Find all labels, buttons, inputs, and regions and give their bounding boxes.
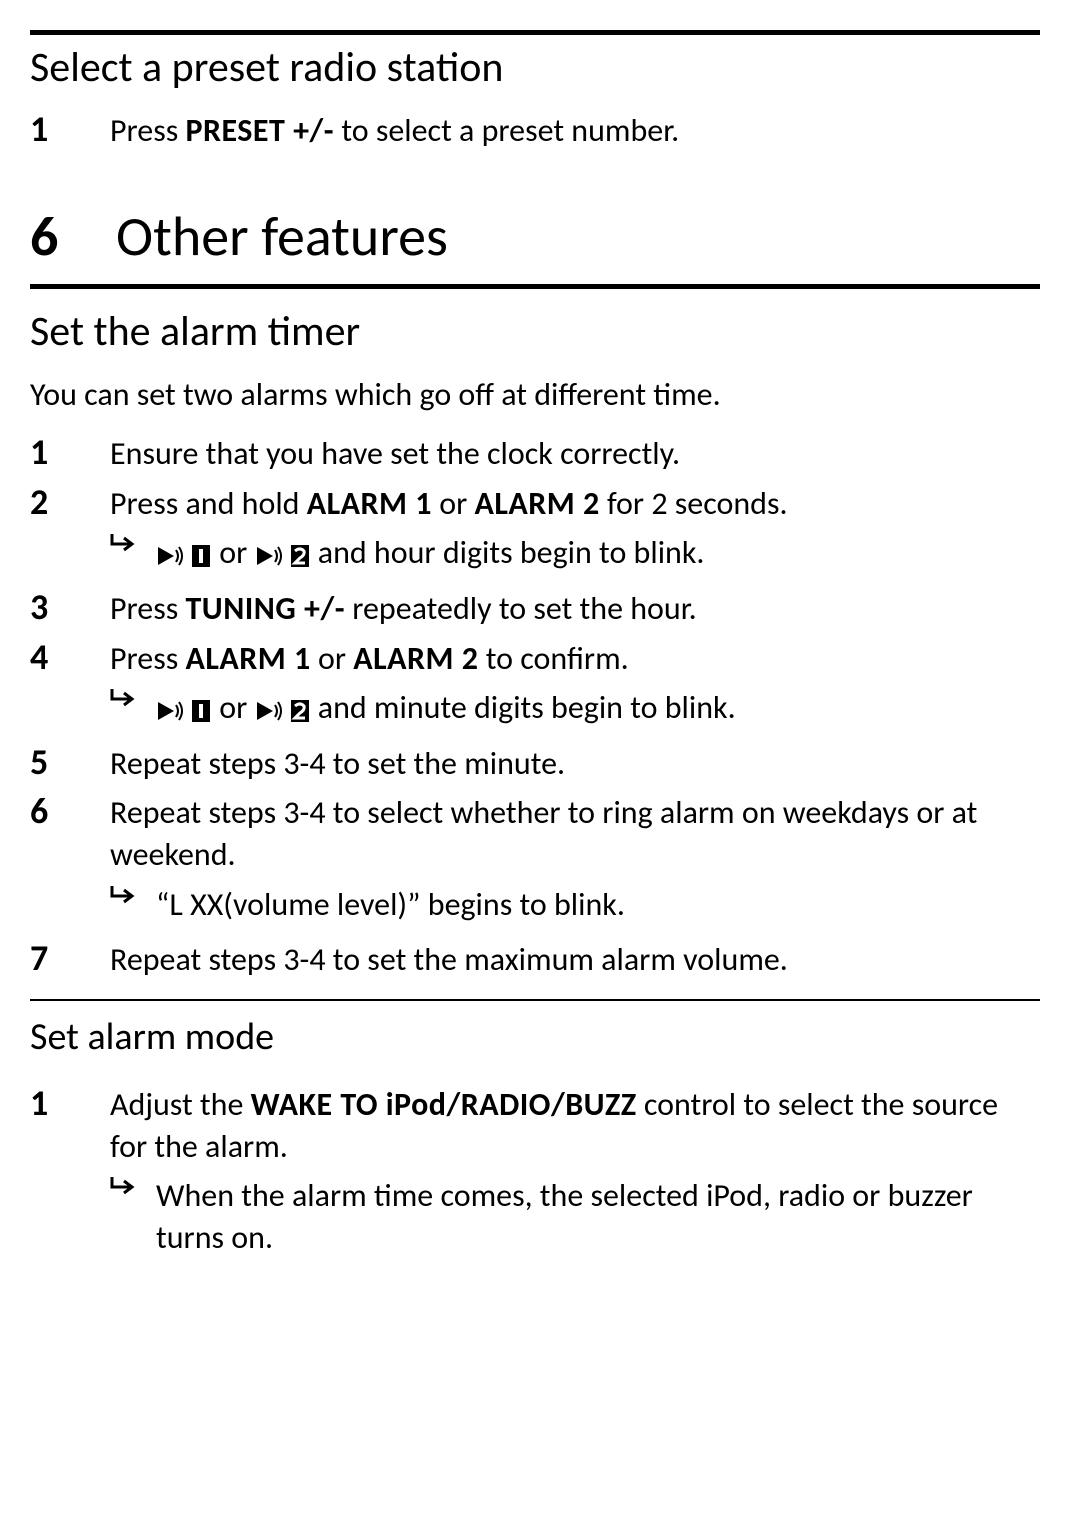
result-text: or and hour digits begin to blink. [156, 532, 1040, 574]
step-number: 3 [30, 588, 110, 630]
step-number: 1 [30, 433, 110, 475]
intro-text: You can set two alarms which go off at d… [30, 374, 1040, 416]
step-body: Repeat steps 3-4 to set the maximum alar… [110, 939, 1040, 981]
text: Press [110, 639, 185, 678]
text: Press [110, 111, 185, 150]
step-body: Press TUNING +/- repeatedly to set the h… [110, 588, 1040, 630]
control-label: WAKE TO iPod/RADIO/BUZZ [251, 1085, 637, 1124]
steps-mode: 1 Adjust the WAKE TO iPod/RADIO/BUZZ con… [30, 1084, 1040, 1264]
text: to confirm. [478, 639, 628, 678]
step-item: 6 Repeat steps 3-4 to select whether to … [30, 792, 1040, 931]
step-number: 2 [30, 483, 110, 580]
horizontal-rule-thick [30, 30, 1040, 35]
steps-preset: 1 Press PRESET +/- to select a preset nu… [30, 110, 1040, 152]
text: and minute digits begin to blink. [318, 688, 736, 727]
control-label: ALARM 2 [474, 484, 599, 523]
step-item: 3 Press TUNING +/- repeatedly to set the… [30, 588, 1040, 630]
alarm-1-icon [156, 698, 212, 724]
step-body: Repeat steps 3-4 to set the minute. [110, 743, 1040, 785]
step-body: Ensure that you have set the clock corre… [110, 433, 1040, 475]
result-arrow-icon [110, 687, 156, 707]
text: for 2 seconds. [600, 484, 788, 523]
result-row: When the alarm time comes, the selected … [110, 1175, 1040, 1258]
section-title-alarm: Set the alarm timer [30, 305, 1040, 360]
text: Repeat steps 3-4 to select whether to ri… [110, 793, 977, 874]
text: Adjust the [110, 1085, 251, 1124]
step-item: 7 Repeat steps 3-4 to set the maximum al… [30, 939, 1040, 981]
step-body: Press ALARM 1 or ALARM 2 to confirm. or [110, 638, 1040, 735]
text: or [311, 639, 354, 678]
chapter-number: 6 [30, 201, 116, 274]
step-body: Press PRESET +/- to select a preset numb… [110, 110, 1040, 152]
result-arrow-icon [110, 1175, 156, 1195]
result-row: or and minute digits begin to blink. [110, 687, 1040, 729]
step-body: Repeat steps 3-4 to select whether to ri… [110, 792, 1040, 931]
step-number: 6 [30, 792, 110, 931]
result-arrow-icon [110, 532, 156, 552]
alarm-1-icon [156, 543, 212, 569]
result-arrow-icon [110, 884, 156, 904]
text: Press [110, 589, 185, 628]
control-label: ALARM 1 [307, 484, 432, 523]
step-body: Press and hold ALARM 1 or ALARM 2 for 2 … [110, 483, 1040, 580]
text: or [219, 533, 254, 572]
step-number: 5 [30, 743, 110, 785]
text: or [219, 688, 254, 727]
result-text: or and minute digits begin to blink. [156, 687, 1040, 729]
step-item: 1 Press PRESET +/- to select a preset nu… [30, 110, 1040, 152]
section-title-mode: Set alarm mode [30, 1013, 1040, 1062]
chapter-title: Other features [116, 201, 448, 274]
step-item: 5 Repeat steps 3-4 to set the minute. [30, 743, 1040, 785]
horizontal-rule-thin [30, 999, 1040, 1001]
text: Press and hold [110, 484, 307, 523]
step-number: 1 [30, 110, 110, 152]
step-number: 1 [30, 1084, 110, 1264]
text: repeatedly to set the hour. [345, 589, 697, 628]
text: to select a preset number. [334, 111, 679, 150]
section-title-preset: Select a preset radio station [30, 41, 1040, 96]
result-row: “L XX(volume level)” begins to blink. [110, 884, 1040, 926]
result-text: When the alarm time comes, the selected … [156, 1175, 1040, 1258]
alarm-2-icon [255, 543, 311, 569]
step-item: 1 Adjust the WAKE TO iPod/RADIO/BUZZ con… [30, 1084, 1040, 1264]
control-label: ALARM 2 [353, 639, 478, 678]
step-body: Adjust the WAKE TO iPod/RADIO/BUZZ contr… [110, 1084, 1040, 1264]
result-row: or and hour digits begin to blink. [110, 532, 1040, 574]
alarm-2-icon [255, 698, 311, 724]
control-label: TUNING +/- [185, 589, 345, 628]
result-text: “L XX(volume level)” begins to blink. [156, 884, 1040, 926]
step-number: 4 [30, 638, 110, 735]
control-label: ALARM 1 [185, 639, 310, 678]
step-number: 7 [30, 939, 110, 981]
step-item: 4 Press ALARM 1 or ALARM 2 to confirm. o… [30, 638, 1040, 735]
chapter-heading: 6 Other features [30, 201, 1040, 289]
text: or [432, 484, 475, 523]
step-item: 2 Press and hold ALARM 1 or ALARM 2 for … [30, 483, 1040, 580]
control-label: PRESET +/- [185, 111, 334, 150]
text: and hour digits begin to blink. [318, 533, 705, 572]
step-item: 1 Ensure that you have set the clock cor… [30, 433, 1040, 475]
steps-alarm: 1 Ensure that you have set the clock cor… [30, 433, 1040, 981]
